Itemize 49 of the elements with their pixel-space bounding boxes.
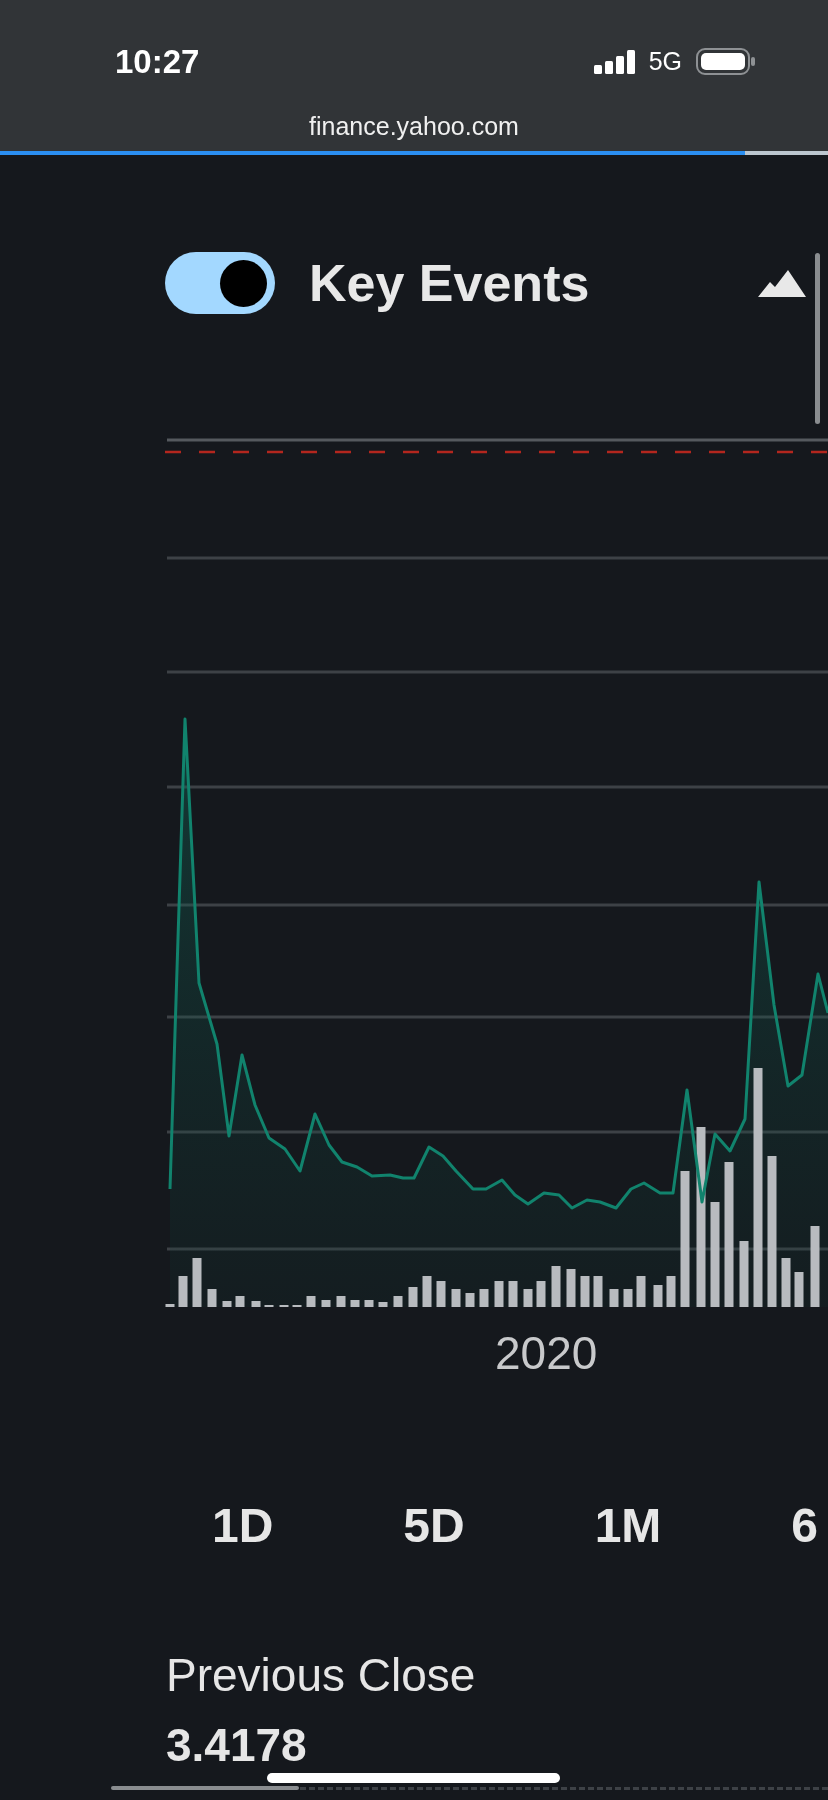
volume-bar (350, 1300, 360, 1307)
volume-bar (393, 1296, 403, 1307)
volume-bar (494, 1281, 504, 1307)
volume-bar (781, 1258, 791, 1307)
range-tab[interactable]: 5D (395, 1494, 473, 1558)
volume-bar (653, 1285, 663, 1307)
signal-icon (593, 49, 635, 74)
url-text[interactable]: finance.yahoo.com (309, 114, 519, 139)
volume-bar (566, 1269, 576, 1307)
volume-bar (479, 1289, 489, 1307)
volume-bar (436, 1281, 446, 1307)
volume-bar (739, 1241, 749, 1307)
volume-bar (666, 1276, 676, 1307)
volume-bar (451, 1289, 461, 1307)
volume-bar (508, 1281, 518, 1307)
volume-bar (422, 1276, 432, 1307)
stat-value: 3.4178 (166, 1722, 308, 1768)
stat-label: Previous Close (166, 1652, 477, 1698)
battery-icon (696, 48, 755, 75)
volume-bar (636, 1276, 646, 1307)
volume-bar (593, 1276, 603, 1307)
mountain-icon[interactable] (758, 269, 806, 297)
volume-bar (222, 1301, 232, 1307)
volume-bar (536, 1281, 546, 1307)
range-tab[interactable]: 6 (783, 1494, 826, 1558)
volume-bar (378, 1302, 388, 1307)
volume-bar (321, 1300, 331, 1307)
volume-bar (794, 1272, 804, 1307)
volume-bar (551, 1266, 561, 1307)
volume-bar (408, 1287, 418, 1307)
volume-bar (523, 1289, 533, 1307)
volume-bar (306, 1296, 316, 1307)
volume-bar (364, 1300, 374, 1307)
volume-bar (336, 1296, 346, 1307)
range-tab[interactable]: 1M (586, 1494, 670, 1558)
volume-bar (609, 1289, 619, 1307)
range-tab[interactable]: 1D (204, 1494, 282, 1558)
network-label: 5G (648, 49, 682, 74)
axis-label: 2020 (495, 1330, 598, 1376)
volume-bar (178, 1276, 188, 1307)
volume-bar (165, 1304, 175, 1307)
status-time: 10:27 (115, 45, 200, 78)
volume-bar (465, 1293, 475, 1307)
volume-bar (192, 1258, 202, 1307)
volume-bar (235, 1296, 245, 1307)
volume-bar (207, 1289, 217, 1307)
volume-bar (580, 1276, 590, 1307)
volume-bar (251, 1301, 261, 1307)
volume-bar (623, 1289, 633, 1307)
